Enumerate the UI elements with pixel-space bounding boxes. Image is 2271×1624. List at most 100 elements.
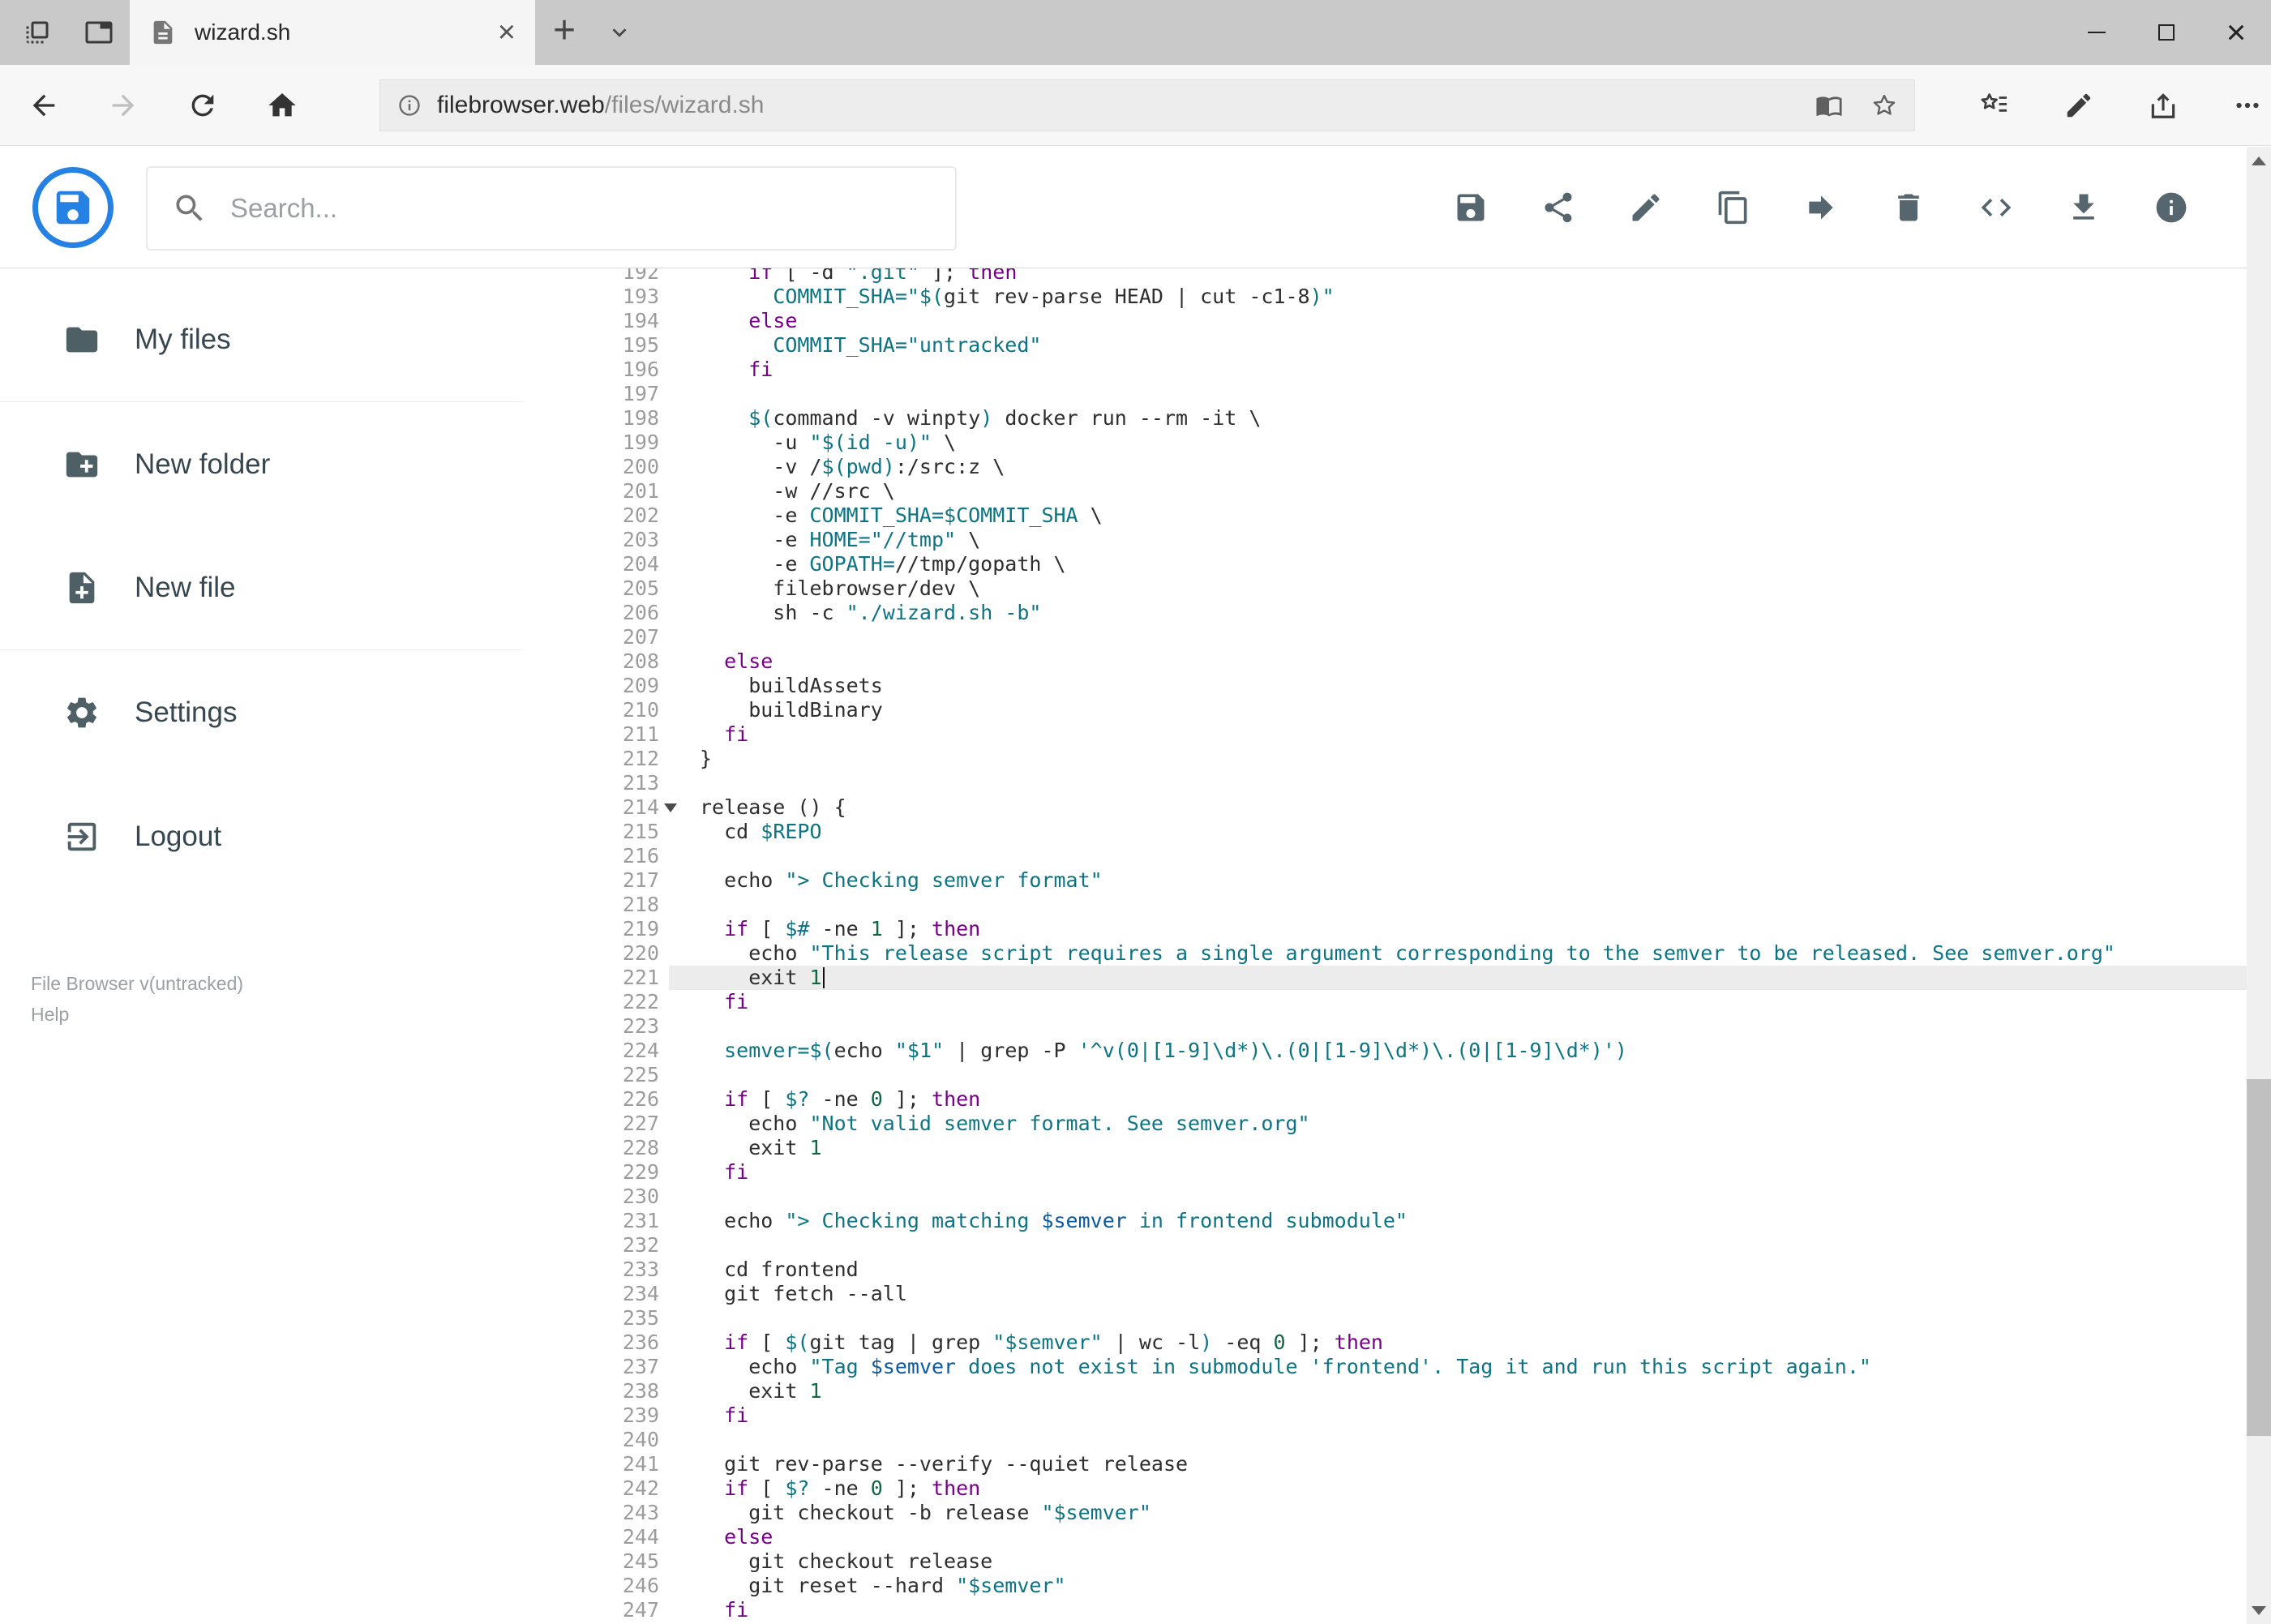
back-button[interactable]	[13, 75, 75, 136]
code-line-235[interactable]: 235	[523, 1306, 2271, 1330]
code-line-213[interactable]: 213	[523, 771, 2271, 795]
code-line-217[interactable]: 217 echo "> Checking semver format"	[523, 868, 2271, 893]
raw-button[interactable]	[1977, 189, 2015, 226]
code-line-223[interactable]: 223	[523, 1014, 2271, 1039]
sidebar-item-new-folder[interactable]: New folder	[0, 402, 523, 526]
delete-button[interactable]	[1890, 189, 1927, 226]
share-button[interactable]	[1540, 189, 1577, 226]
maximize-button[interactable]	[2132, 0, 2201, 65]
tab-close-icon[interactable]: ×	[498, 17, 516, 48]
code-line-204[interactable]: 204 -e GOPATH=//tmp/gopath \	[523, 552, 2271, 576]
reading-view-icon[interactable]	[1815, 92, 1843, 119]
filebrowser-logo[interactable]	[32, 167, 114, 248]
code-line-210[interactable]: 210 buildBinary	[523, 698, 2271, 722]
code-line-233[interactable]: 233 cd frontend	[523, 1258, 2271, 1282]
annotate-icon[interactable]	[2056, 79, 2102, 131]
code-line-201[interactable]: 201 -w //src \	[523, 479, 2271, 503]
code-line-195[interactable]: 195 COMMIT_SHA="untracked"	[523, 333, 2271, 358]
sidebar-item-my-files[interactable]: My files	[0, 278, 523, 402]
code-line-218[interactable]: 218	[523, 893, 2271, 917]
code-line-234[interactable]: 234 git fetch --all	[523, 1282, 2271, 1306]
code-line-211[interactable]: 211 fi	[523, 722, 2271, 747]
code-line-224[interactable]: 224 semver=$(echo "$1" | grep -P '^v(0|[…	[523, 1039, 2271, 1063]
code-editor[interactable]: 192 if [ -d ".git" ]; then 193 COMMIT_SHA…	[523, 268, 2271, 1624]
page-info-icon[interactable]	[396, 92, 422, 118]
code-line-225[interactable]: 225	[523, 1063, 2271, 1087]
code-line-214[interactable]: 214 release () {	[523, 795, 2271, 820]
scroll-down-arrow-icon[interactable]	[2247, 1596, 2271, 1624]
code-line-220[interactable]: 220 echo "This release script requires a…	[523, 941, 2271, 966]
info-button[interactable]	[2153, 189, 2190, 226]
code-line-222[interactable]: 222 fi	[523, 990, 2271, 1014]
code-line-212[interactable]: 212}	[523, 747, 2271, 771]
code-line-215[interactable]: 215 cd $REPO	[523, 820, 2271, 844]
code-line-230[interactable]: 230	[523, 1185, 2271, 1209]
sidebar-item-settings[interactable]: Settings	[0, 650, 523, 774]
code-line-200[interactable]: 200 -v /$(pwd):/src:z \	[523, 455, 2271, 479]
code-line-202[interactable]: 202 -e COMMIT_SHA=$COMMIT_SHA \	[523, 503, 2271, 528]
code-line-231[interactable]: 231 echo "> Checking matching $semver in…	[523, 1209, 2271, 1233]
sidebar-item-logout[interactable]: Logout	[0, 774, 523, 898]
code-line-239[interactable]: 239 fi	[523, 1403, 2271, 1428]
search-input[interactable]	[230, 193, 931, 224]
code-line-209[interactable]: 209 buildAssets	[523, 674, 2271, 698]
code-line-194[interactable]: 194 else	[523, 309, 2271, 333]
code-line-208[interactable]: 208 else	[523, 649, 2271, 674]
code-line-245[interactable]: 245 git checkout release	[523, 1549, 2271, 1574]
new-tab-button[interactable]: +	[535, 0, 593, 65]
hub-icon[interactable]	[1972, 79, 2017, 131]
address-bar[interactable]: filebrowser.web/files/wizard.sh	[379, 79, 1915, 131]
code-line-247[interactable]: 247 fi	[523, 1598, 2271, 1622]
close-button[interactable]: ×	[2201, 0, 2271, 65]
share-page-icon[interactable]	[2140, 79, 2186, 131]
forward-button[interactable]	[92, 75, 154, 136]
help-link[interactable]: Help	[31, 999, 523, 1030]
code-line-232[interactable]: 232	[523, 1233, 2271, 1258]
code-line-216[interactable]: 216	[523, 844, 2271, 868]
scroll-up-arrow-icon[interactable]	[2247, 147, 2271, 174]
code-line-203[interactable]: 203 -e HOME="//tmp" \	[523, 528, 2271, 552]
code-line-221[interactable]: 221 exit 1	[523, 966, 2271, 990]
chevron-down-icon[interactable]	[593, 0, 645, 65]
save-button[interactable]	[1452, 189, 1489, 226]
copy-button[interactable]	[1715, 189, 1752, 226]
code-line-193[interactable]: 193 COMMIT_SHA="$(git rev-parse HEAD | c…	[523, 285, 2271, 309]
code-line-206[interactable]: 206 sh -c "./wizard.sh -b"	[523, 601, 2271, 625]
set-tabs-aside-icon[interactable]	[6, 0, 68, 65]
code-line-242[interactable]: 242 if [ $? -ne 0 ]; then	[523, 1476, 2271, 1501]
home-button[interactable]	[251, 75, 313, 136]
code-line-227[interactable]: 227 echo "Not valid semver format. See s…	[523, 1112, 2271, 1136]
code-line-205[interactable]: 205 filebrowser/dev \	[523, 576, 2271, 601]
code-line-237[interactable]: 237 echo "Tag $semver does not exist in …	[523, 1355, 2271, 1379]
code-line-196[interactable]: 196 fi	[523, 358, 2271, 382]
code-line-246[interactable]: 246 git reset --hard "$semver"	[523, 1574, 2271, 1598]
minimize-button[interactable]	[2062, 0, 2132, 65]
code-line-241[interactable]: 241 git rev-parse --verify --quiet relea…	[523, 1452, 2271, 1476]
refresh-button[interactable]	[172, 75, 234, 136]
code-line-207[interactable]: 207	[523, 625, 2271, 649]
code-line-229[interactable]: 229 fi	[523, 1160, 2271, 1185]
code-line-243[interactable]: 243 git checkout -b release "$semver"	[523, 1501, 2271, 1525]
favorite-icon[interactable]	[1870, 92, 1898, 119]
code-line-236[interactable]: 236 if [ $(git tag | grep "$semver" | wc…	[523, 1330, 2271, 1355]
sidebar-item-new-file[interactable]: New file	[0, 526, 523, 650]
browser-tab[interactable]: wizard.sh ×	[130, 0, 535, 65]
page-scrollbar[interactable]	[2247, 147, 2271, 1624]
code-line-199[interactable]: 199 -u "$(id -u)" \	[523, 431, 2271, 455]
rename-button[interactable]	[1627, 189, 1665, 226]
download-button[interactable]	[2065, 189, 2102, 226]
tab-preview-icon[interactable]	[68, 0, 130, 65]
code-line-244[interactable]: 244 else	[523, 1525, 2271, 1549]
more-icon[interactable]	[2225, 79, 2270, 131]
code-line-238[interactable]: 238 exit 1	[523, 1379, 2271, 1403]
code-line-240[interactable]: 240	[523, 1428, 2271, 1452]
code-line-228[interactable]: 228 exit 1	[523, 1136, 2271, 1160]
code-line-198[interactable]: 198 $(command -v winpty) docker run --rm…	[523, 406, 2271, 431]
code-line-192[interactable]: 192 if [ -d ".git" ]; then	[523, 268, 2271, 285]
code-line-219[interactable]: 219 if [ $# -ne 1 ]; then	[523, 917, 2271, 941]
fold-arrow-icon[interactable]	[664, 803, 677, 812]
scrollbar-thumb[interactable]	[2247, 1079, 2271, 1436]
move-button[interactable]	[1802, 189, 1840, 226]
code-line-226[interactable]: 226 if [ $? -ne 0 ]; then	[523, 1087, 2271, 1112]
search-box[interactable]	[146, 166, 957, 251]
